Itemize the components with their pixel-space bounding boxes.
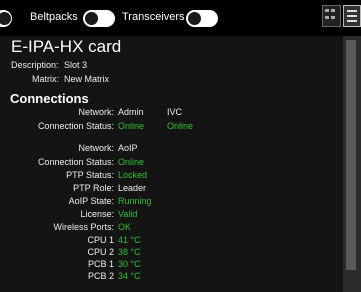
list-view-icon[interactable] [343, 5, 361, 27]
cpu1-label: CPU 1 [87, 235, 114, 245]
top-toolbar: Beltpacks Transceivers [0, 0, 361, 36]
network-label-aoip: Network: [78, 143, 114, 153]
ptp-status-label: PTP Status: [66, 170, 114, 180]
card-title: E-IPA-HX card [11, 37, 122, 56]
ptp-status-value: Locked [118, 170, 148, 180]
license-value: Valid [118, 209, 138, 219]
connection-status-label-aoip: Connection Status: [37, 157, 114, 167]
cpu2-value: 38 °C [118, 247, 141, 257]
beltpacks-toggle[interactable] [83, 10, 115, 27]
pcb1-value: 30 °C [118, 259, 141, 269]
toggle-left-partial[interactable] [0, 10, 12, 27]
connection-status-label: Connection Status: [37, 121, 114, 131]
matrix-value: New Matrix [64, 74, 110, 84]
toggle-knob [0, 12, 11, 25]
toggle-knob [188, 12, 201, 25]
status-ivc: Online [167, 121, 194, 131]
transceivers-label: Transceivers [122, 11, 185, 23]
description-value: Slot 3 [64, 60, 88, 70]
beltpacks-label: Beltpacks [30, 11, 78, 23]
network-admin: Admin [118, 107, 144, 117]
license-label: License: [80, 209, 114, 219]
pcb1-label: PCB 1 [87, 259, 114, 269]
network-ivc: IVC [167, 107, 183, 117]
pcb2-label: PCB 2 [87, 271, 114, 281]
aoip-state-label: AoIP State: [68, 196, 114, 206]
transceivers-toggle[interactable] [186, 10, 218, 27]
connections-heading: Connections [10, 91, 89, 106]
matrix-label: Matrix: [32, 74, 59, 84]
status-aoip: Online [118, 157, 145, 167]
status-admin: Online [118, 121, 145, 131]
toggle-knob [85, 12, 98, 25]
grid-view-icon[interactable] [322, 5, 341, 27]
wireless-ports-label: Wireless Ports: [53, 222, 114, 232]
scrollbar-thumb[interactable] [346, 40, 356, 270]
wireless-ports-value: OK [118, 222, 132, 232]
description-label: Description: [11, 60, 59, 70]
aoip-state-value: Running [118, 196, 152, 206]
pcb2-value: 34 °C [118, 271, 141, 281]
cpu1-value: 41 °C [118, 235, 141, 245]
ptp-role-value: Leader [118, 183, 147, 193]
cpu2-label: CPU 2 [87, 247, 114, 257]
ptp-role-label: PTP Role: [73, 183, 114, 193]
network-aoip: AoIP [118, 143, 138, 153]
network-label: Network: [78, 107, 114, 117]
